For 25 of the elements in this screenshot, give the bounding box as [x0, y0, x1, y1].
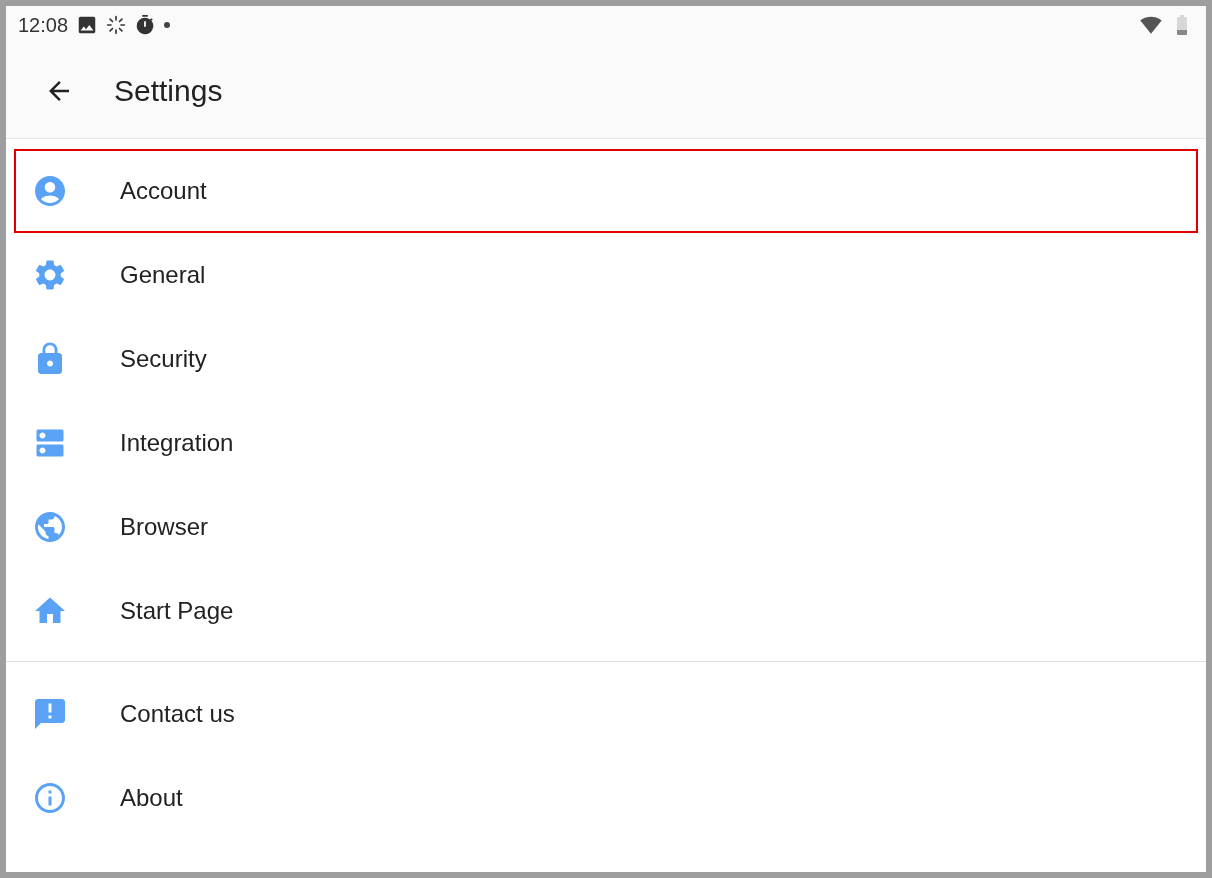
item-label: Contact us	[120, 700, 235, 728]
settings-item[interactable]: General	[14, 233, 1198, 317]
notification-dot-icon	[164, 22, 171, 28]
pinwheel-icon	[106, 15, 127, 35]
status-time: 12:08	[18, 13, 69, 37]
settings-item[interactable]: About	[14, 756, 1198, 840]
item-label: Security	[120, 345, 207, 373]
wifi-icon	[1140, 14, 1162, 36]
item-label: Browser	[120, 513, 209, 541]
settings-item[interactable]: Start Page	[14, 569, 1198, 653]
globe-icon	[32, 509, 68, 545]
page-title: Settings	[114, 74, 223, 108]
settings-item[interactable]: Security	[14, 317, 1198, 401]
settings-item[interactable]: Contact us	[14, 672, 1198, 756]
settings-item[interactable]: Account	[14, 149, 1198, 233]
item-label: Account	[120, 177, 207, 205]
settings-item[interactable]: Browser	[14, 485, 1198, 569]
item-label: General	[120, 261, 206, 289]
account-icon	[32, 173, 68, 209]
settings-item[interactable]: Integration	[14, 401, 1198, 485]
info-icon	[32, 780, 68, 816]
item-label: Integration	[120, 429, 234, 457]
item-label: About	[120, 784, 183, 812]
item-label: Start Page	[120, 597, 234, 625]
message-alert-icon	[32, 696, 68, 732]
